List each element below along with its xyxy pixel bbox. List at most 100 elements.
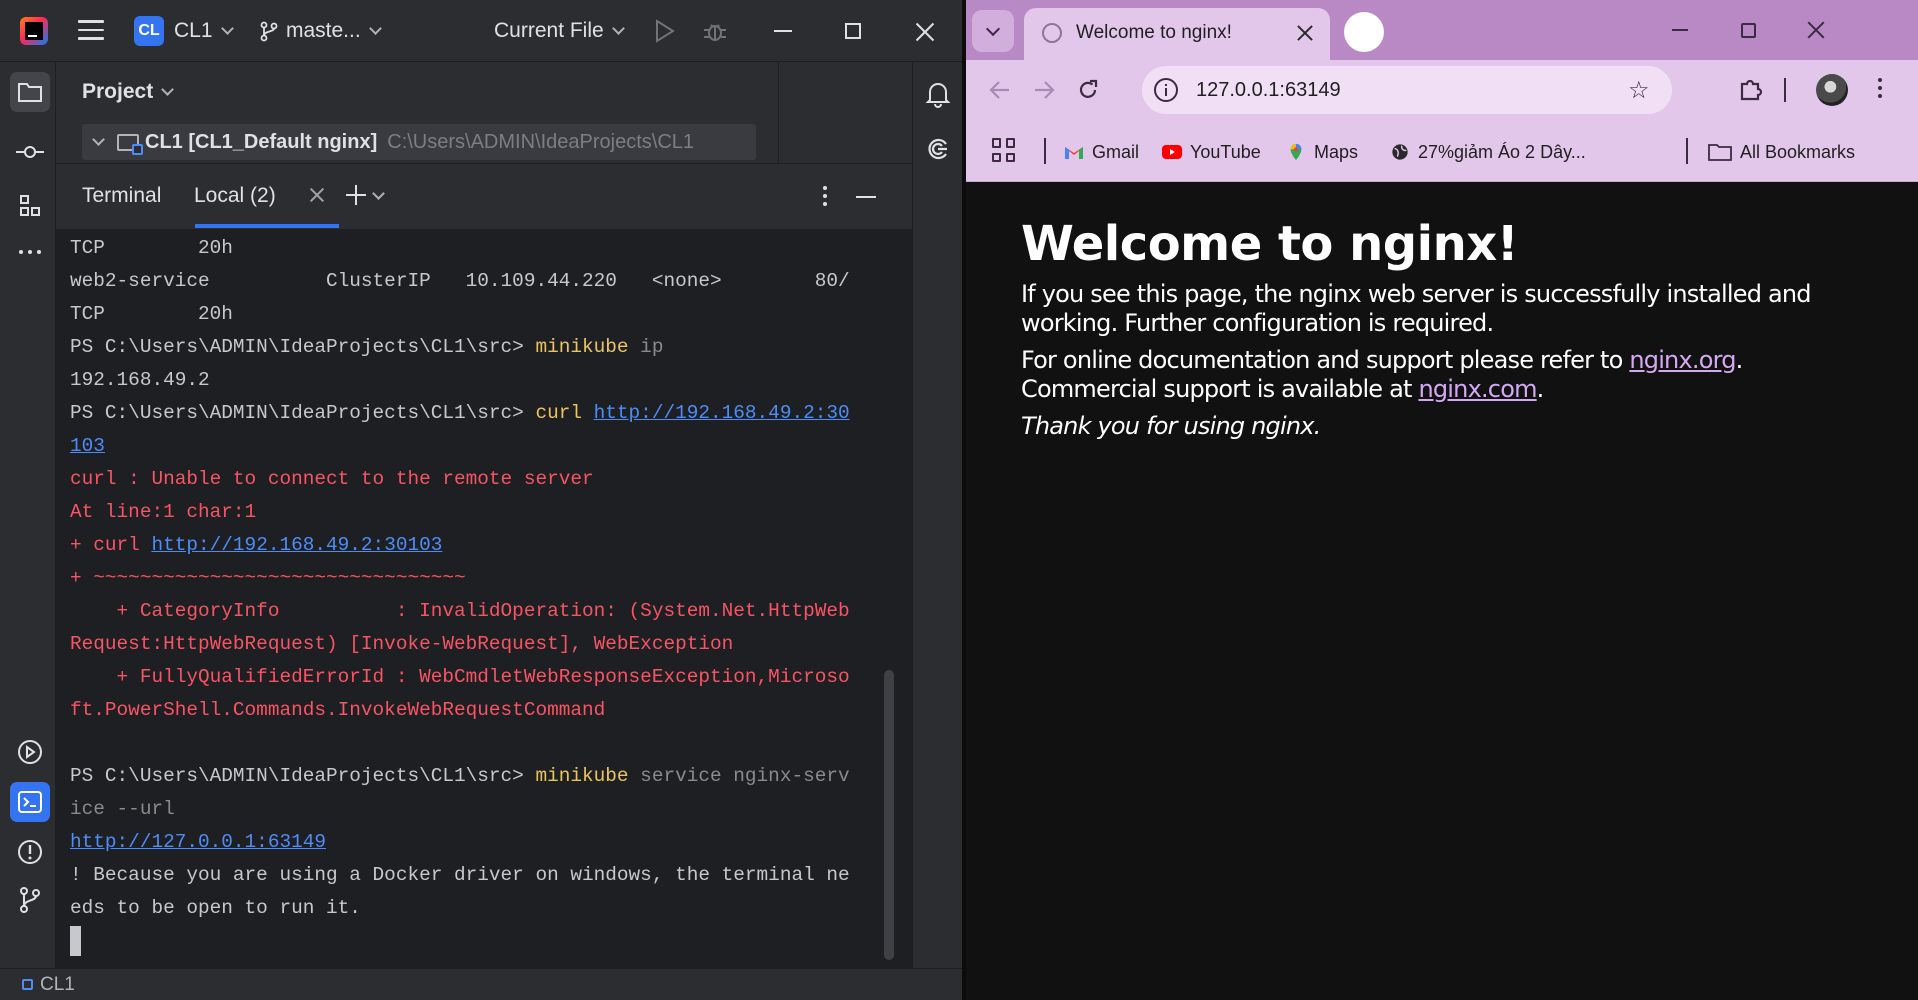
git-icon [20,887,40,913]
profile-avatar[interactable] [1816,74,1848,106]
terminal-line: + CategoryInfo : InvalidOperation: (Syst… [70,595,850,628]
bookmark-maps[interactable]: Maps [1286,140,1358,164]
intellij-logo-icon[interactable] [20,17,48,45]
chevron-down-icon [611,21,625,35]
arrow-left-icon [989,81,1009,99]
terminal-text: ice --url [70,798,175,820]
terminal-line: TCP 20h [70,298,850,331]
chevron-down-icon [220,21,234,35]
git-branch-icon [260,21,278,42]
site-info-icon[interactable] [1154,78,1178,102]
intro-paragraph: If you see this page, the nginx web serv… [1021,280,1812,337]
terminal-title: Terminal [82,184,162,207]
browser-minimize-button[interactable] [1646,0,1714,60]
project-panel: Project CL1 [CL1_Default nginx] C:\Users… [56,62,912,164]
terminal-text: PS C:\Users\ADMIN\IdeaProjects\CL1\src> [70,765,536,787]
module-icon [22,979,33,990]
active-tab-indicator [195,224,339,228]
extensions-puzzle-icon[interactable] [1738,76,1764,102]
close-tab-icon[interactable] [308,186,326,204]
terminal-link[interactable]: http://192.168.49.2:30103 [151,534,442,556]
close-tab-icon[interactable] [1296,24,1314,42]
forward-button[interactable] [1030,76,1058,104]
terminal-line: + curl http://192.168.49.2:30103 [70,529,850,562]
apps-grid-icon[interactable] [992,138,1016,162]
project-switcher[interactable]: CL CL1 [134,0,234,62]
git-tool-button[interactable] [10,880,50,920]
browser-toolbar: 127.0.0.1:63149 ☆ [966,60,1918,120]
terminal-line: Request:HttpWebRequest) [Invoke-WebReque… [70,628,850,661]
terminal-line: TCP 20h [70,232,850,265]
terminal-text: Request:HttpWebRequest) [Invoke-WebReque… [70,633,734,655]
terminal-text: service nginx-serv [628,765,850,787]
all-bookmarks-label: All Bookmarks [1740,141,1856,162]
status-project[interactable]: CL1 [40,974,75,996]
browser-maximize-button[interactable] [1714,0,1782,60]
chevron-down-icon [985,21,1001,36]
terminal-text: curl : Unable to connect to the remote s… [70,468,594,490]
terminal-link[interactable]: 103 [70,435,105,457]
terminal-header: Terminal Local (2) [56,164,912,230]
terminal-options-chevron-icon[interactable] [372,187,385,200]
debug-icon[interactable] [702,18,728,44]
terminal-link[interactable]: http://127.0.0.1:63149 [70,831,326,853]
structure-tool-button[interactable] [10,186,50,226]
problems-tool-button[interactable] [10,832,50,872]
bookmark-label: 27%giảm Áo 2 Dây... [1418,141,1586,162]
panel-divider [778,62,779,164]
terminal-tool-button[interactable] [10,782,50,822]
ai-assistant-icon[interactable] [925,136,951,162]
branch-switcher[interactable]: maste... [258,0,382,62]
terminal-prompt-line[interactable] [70,925,850,958]
back-button[interactable] [986,76,1014,104]
services-tool-button[interactable] [10,732,50,772]
terminal-output[interactable]: TCP 20h web2-service ClusterIP 10.109.44.… [56,230,912,968]
bookmark-star-icon[interactable]: ☆ [1628,76,1650,105]
chevron-down-icon [161,82,175,96]
browser-tab[interactable]: Welcome to nginx! [1024,8,1330,60]
commit-tool-button[interactable] [10,132,50,172]
expand-arrow-icon[interactable] [92,133,105,146]
tab-title: Welcome to nginx! [1076,22,1232,43]
nginx-com-link[interactable]: nginx.com [1418,375,1537,403]
all-bookmarks-button[interactable]: All Bookmarks [1708,140,1855,164]
bookmark-promo[interactable]: 27%giảm Áo 2 Dây... [1390,140,1586,164]
new-terminal-icon[interactable] [346,185,366,205]
terminal-line: eds to be open to run it. [70,892,850,925]
terminal-link[interactable]: http://192.168.49.2:30 [594,402,850,424]
hide-panel-icon[interactable] [856,196,876,198]
terminal-text: ! Because you are using a Docker driver … [70,864,850,886]
terminal-tab[interactable]: Local (2) [194,184,276,208]
maximize-button[interactable] [818,0,888,62]
services-icon [18,740,42,764]
project-panel-header[interactable]: Project [82,80,175,104]
bookmark-gmail[interactable]: Gmail [1064,140,1139,164]
close-button[interactable] [890,0,960,62]
terminal-text: ip [628,336,664,358]
notifications-bell-icon[interactable] [925,80,951,108]
browser-close-button[interactable] [1782,0,1850,60]
bookmarks-bar: Gmail YouTube Maps 27%giảm Áo 2 Dây... A… [966,120,1918,182]
project-tree-root[interactable]: CL1 [CL1_Default nginx] C:\Users\ADMIN\I… [82,124,756,160]
browser-menu-icon[interactable] [1878,78,1882,102]
terminal-text: 192.168.49.2 [70,369,210,391]
main-menu-icon[interactable] [78,20,104,42]
terminal-scrollbar[interactable] [884,670,894,960]
new-tab-button[interactable] [1344,12,1384,52]
minimize-button[interactable] [748,0,818,62]
reload-button[interactable] [1074,76,1102,104]
nginx-org-link[interactable]: nginx.org [1629,346,1736,374]
terminal-line: web2-service ClusterIP 10.109.44.220 <no… [70,265,850,298]
run-config-selector[interactable]: Current File [494,0,625,62]
minimize-icon [1672,29,1688,31]
more-tools-button[interactable] [10,232,50,272]
terminal-line: PS C:\Users\ADMIN\IdeaProjects\CL1\src> … [70,397,850,430]
more-options-icon[interactable] [823,186,827,206]
project-tool-button[interactable] [10,72,50,112]
tab-search-button[interactable] [972,10,1014,52]
bookmark-youtube[interactable]: YouTube [1162,140,1261,164]
terminal-text: + FullyQualifiedErrorId : WebCmdletWebRe… [70,666,850,688]
bookmark-label: Gmail [1092,141,1140,162]
address-bar[interactable]: 127.0.0.1:63149 ☆ [1142,66,1672,114]
run-icon[interactable] [654,19,676,43]
